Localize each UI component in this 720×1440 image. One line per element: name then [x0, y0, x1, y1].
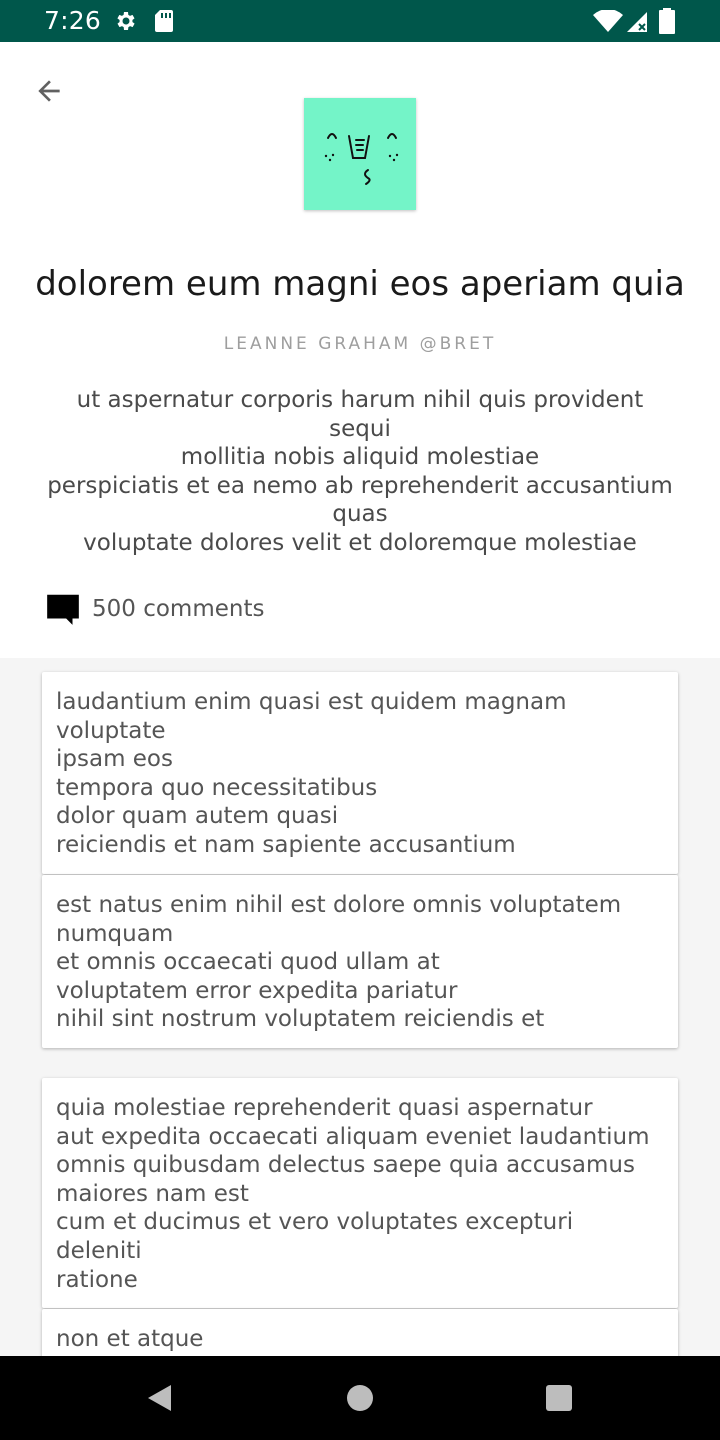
- post-title: dolorem eum magni eos aperiam quia: [35, 264, 685, 304]
- comment-card: non et atque: [42, 1309, 678, 1356]
- comment-line: ipsam eos: [56, 746, 173, 773]
- post-body-line: sequi: [329, 415, 391, 442]
- comment-line: numquam: [56, 920, 174, 947]
- post-body: ut aspernatur corporis harum nihil quis …: [40, 386, 680, 558]
- comments-count: 500 comments: [44, 589, 264, 629]
- comment-line: est natus enim nihil est dolore omnis vo…: [56, 892, 622, 918]
- comment-line: ratione: [56, 1266, 138, 1293]
- home-circle-icon: [347, 1385, 373, 1411]
- comment-line: voluptatem error expedita pariatur: [56, 977, 458, 1004]
- wifi-icon: [593, 10, 623, 32]
- comment-line: omnis quibusdam delectus saepe quia accu…: [56, 1152, 635, 1179]
- status-bar: 7:26: [0, 0, 720, 42]
- avatar: [304, 98, 416, 210]
- nav-home-button[interactable]: [338, 1376, 382, 1420]
- comments-count-label: 500 comments: [92, 596, 265, 622]
- comment-card: est natus enim nihil est dolore omnis vo…: [42, 875, 678, 1048]
- cell-signal-icon: [627, 12, 647, 32]
- comment-line: quia molestiae reprehenderit quasi asper…: [56, 1095, 593, 1121]
- post-author[interactable]: LEANNE GRAHAM @BRET: [0, 334, 720, 354]
- comment-line: reiciendis et nam sapiente accusantium: [56, 831, 516, 858]
- comment-card: quia molestiae reprehenderit quasi asper…: [42, 1078, 678, 1309]
- settings-icon: [117, 12, 135, 30]
- post-body-line: voluptate dolores velit et doloremque mo…: [83, 529, 637, 556]
- back-button[interactable]: [25, 67, 73, 115]
- avatar-face-icon: [324, 133, 399, 185]
- post-header: dolorem eum magni eos aperiam quia LEANN…: [0, 42, 720, 658]
- comment-line: aut expedita occaecati aliquam eveniet l…: [56, 1123, 650, 1150]
- nav-back-button[interactable]: [137, 1376, 181, 1420]
- back-triangle-icon: [148, 1385, 171, 1411]
- status-time: 7:26: [44, 6, 101, 35]
- comment-line: cum et ducimus et vero voluptates except…: [56, 1209, 574, 1264]
- comment-line: non et atque: [56, 1326, 204, 1352]
- comment-icon: [47, 594, 79, 625]
- post-body-line: quas: [332, 501, 388, 528]
- sd-card-icon: [155, 10, 173, 32]
- comment-line: dolor quam autem quasi: [56, 803, 339, 830]
- system-nav-bar: [0, 1356, 720, 1440]
- post-body-line: ut aspernatur corporis harum nihil quis …: [76, 387, 644, 413]
- comment-line: et omnis occaecati quod ullam at: [56, 949, 440, 976]
- arrow-back-icon: [38, 80, 60, 102]
- comment-line: laudantium enim quasi est quidem magnam …: [56, 689, 567, 744]
- comment-list[interactable]: laudantium enim quasi est quidem magnam …: [0, 658, 720, 1356]
- post-body-line: perspiciatis et ea nemo ab reprehenderit…: [47, 472, 673, 499]
- comment-card: laudantium enim quasi est quidem magnam …: [42, 672, 678, 874]
- comment-line: nihil sint nostrum voluptatem reiciendis…: [56, 1006, 545, 1033]
- recents-square-icon: [546, 1385, 572, 1411]
- nav-recents-button[interactable]: [537, 1376, 581, 1420]
- comment-line: tempora quo necessitatibus: [56, 774, 378, 801]
- battery-icon: [659, 8, 675, 34]
- comment-line: maiores nam est: [56, 1180, 249, 1207]
- post-body-line: mollitia nobis aliquid molestiae: [180, 444, 540, 471]
